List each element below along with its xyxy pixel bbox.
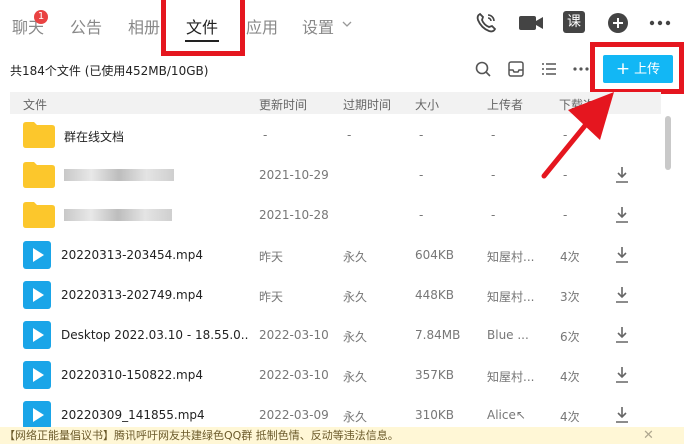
file-size: - [419,208,424,222]
download-count: - [563,208,568,222]
search-icon[interactable] [474,60,492,78]
file-summary: 共184个文件 (已使用452MB/10GB) [10,64,209,78]
file-size: 310KB [415,408,455,422]
file-size: 357KB [415,368,455,382]
tab-announcement[interactable]: 公告 [70,14,102,38]
video-file-icon [23,321,51,349]
table-row[interactable]: 2021-10-28 - - - [10,195,661,235]
file-name: Desktop 2022.03.10 - 18.55.0... [61,328,249,342]
course-icon[interactable]: 课 [563,11,585,33]
table-row[interactable]: Desktop 2022.03.10 - 18.55.0... 2022-03-… [10,315,661,355]
uploader: - [491,208,496,222]
uploader: Blue ... [487,328,529,342]
updated-time: 2022-03-10 [259,368,329,382]
tab-album[interactable]: 相册 [128,14,160,38]
header-expires[interactable]: 过期时间 [343,96,391,113]
updated-time: 昨天 [259,290,284,304]
updated-time: 昨天 [259,250,284,264]
folder-icon [23,202,55,228]
updated-time: - [263,128,268,142]
updated-time: 2021-10-29 [259,168,329,182]
download-count: 4次 [560,370,580,384]
file-size: 448KB [415,288,455,302]
video-file-icon [23,281,51,309]
header-uploader[interactable]: 上传者 [487,96,523,113]
redacted-file-name [64,169,174,181]
file-name: 20220310-150822.mp4 [61,368,203,382]
uploader: - [491,168,496,182]
file-name: 20220313-202749.mp4 [61,288,203,302]
uploader: Alice↖ [487,408,526,422]
expire-time: 永久 [343,250,368,264]
chat-unread-badge: 1 [34,10,48,24]
updated-time: 2022-03-10 [259,328,329,342]
file-size: 7.84MB [415,328,461,342]
updated-time: 2021-10-28 [259,208,329,222]
tab-settings[interactable]: 设置 [302,14,334,38]
toolbar-more-icon[interactable] [572,60,590,78]
file-size: - [419,128,424,142]
video-file-icon [23,401,51,427]
list-view-icon[interactable] [540,60,558,78]
close-icon[interactable]: ✕ [643,427,654,444]
chevron-down-icon[interactable] [342,20,352,28]
notice-text: 【网络正能量倡议书】腾讯呼吁网友共建绿色QQ群 抵制色情、反动等违法信息。 [4,429,399,442]
red-arrow-annotation [541,92,614,179]
file-size: - [419,168,424,182]
video-file-icon [23,241,51,269]
redacted-file-name [64,209,172,221]
download-icon[interactable] [614,326,630,344]
expire-time: - [347,128,352,142]
upload-button-label: 上传 [634,62,661,77]
expire-time: 永久 [343,330,368,344]
folder-icon [23,122,55,148]
uploader: 知屋村... [487,370,535,384]
uploader: - [491,128,496,142]
download-count: 3次 [560,290,580,304]
download-icon[interactable] [614,366,630,384]
uploader: 知屋村... [487,250,535,264]
file-name: 群在线文档 [64,130,125,144]
expire-time: 永久 [343,370,368,384]
download-icon[interactable] [614,406,630,424]
folder-icon [23,162,55,188]
download-icon[interactable] [614,246,630,264]
download-count: 4次 [560,250,580,264]
table-row[interactable]: 20220309_141855.mp4 2022-03-09 永久 310KB … [10,395,661,427]
video-call-icon[interactable] [518,11,544,35]
download-icon[interactable] [614,206,630,224]
table-row[interactable]: 20220310-150822.mp4 2022-03-10 永久 357KB … [10,355,661,395]
plus-icon: + [615,59,631,79]
upload-button[interactable]: + 上传 [603,55,673,83]
uploader: 知屋村... [487,290,535,304]
file-name: 20220309_141855.mp4 [61,408,205,422]
file-size: 604KB [415,248,455,262]
updated-time: 2022-03-09 [259,408,329,422]
table-row[interactable]: 20220313-202749.mp4 昨天 永久 448KB 知屋村... 3… [10,275,661,315]
tab-apps[interactable]: 应用 [246,14,278,38]
table-row[interactable]: 20220313-203454.mp4 昨天 永久 604KB 知屋村... 4… [10,235,661,275]
inbox-icon[interactable] [507,60,525,78]
notice-bar: 【网络正能量倡议书】腾讯呼吁网友共建绿色QQ群 抵制色情、反动等违法信息。 ✕ [0,427,684,444]
files-tab-highlight [161,0,245,56]
download-count: 6次 [560,330,580,344]
video-file-icon [23,361,51,389]
expire-time: 永久 [343,410,368,424]
scrollbar-thumb[interactable] [665,116,671,170]
expire-time: 永久 [343,290,368,304]
header-file[interactable]: 文件 [23,96,47,113]
header-size[interactable]: 大小 [415,96,439,113]
download-icon[interactable] [614,286,630,304]
download-count: 4次 [560,410,580,424]
header-updated[interactable]: 更新时间 [259,96,307,113]
file-name: 20220313-203454.mp4 [61,248,203,262]
phone-icon[interactable] [474,11,498,35]
add-icon[interactable] [606,11,630,35]
more-icon[interactable] [648,11,672,35]
